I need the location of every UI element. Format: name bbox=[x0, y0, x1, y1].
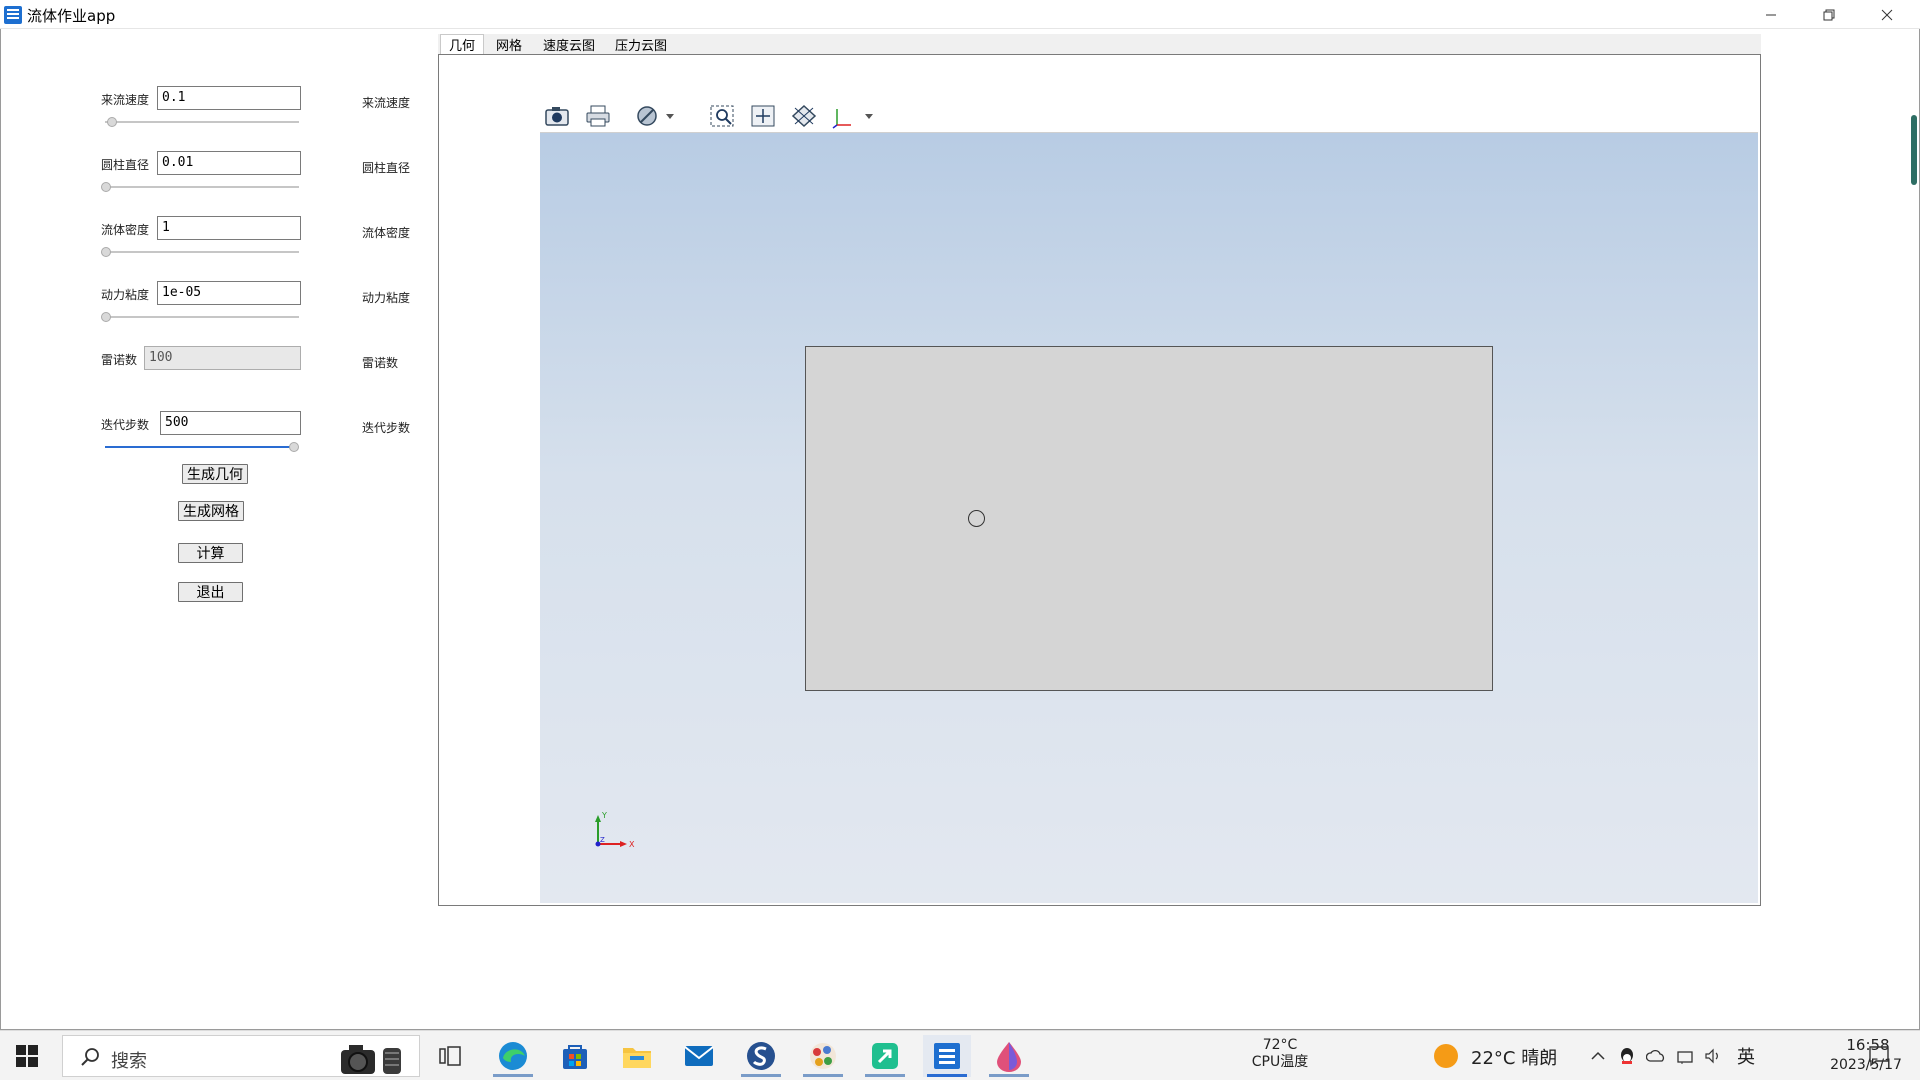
app-drop-icon[interactable] bbox=[985, 1035, 1033, 1077]
print-icon[interactable] bbox=[584, 103, 612, 129]
iterations-value-label: 迭代步数 bbox=[362, 421, 411, 435]
cpu-temp-label: CPU温度 bbox=[1251, 1054, 1309, 1070]
mail-icon[interactable] bbox=[675, 1035, 723, 1077]
store-icon[interactable] bbox=[551, 1035, 599, 1077]
title-bar: 流体作业app bbox=[0, 0, 1920, 29]
close-button[interactable] bbox=[1858, 0, 1916, 29]
triad-x-label: X bbox=[629, 840, 635, 849]
display-mode-icon[interactable] bbox=[636, 103, 676, 129]
reynolds-number-field: 100 bbox=[144, 346, 301, 370]
app-icon bbox=[4, 6, 22, 24]
edge-icon[interactable] bbox=[489, 1035, 537, 1077]
cylinder-diameter-slider[interactable] bbox=[105, 186, 299, 188]
weather-text[interactable]: 22°C 晴朗 bbox=[1471, 1044, 1557, 1070]
tab-mesh[interactable]: 网格 bbox=[486, 34, 532, 54]
exit-button[interactable]: 退出 bbox=[178, 582, 243, 602]
network-icon[interactable] bbox=[1676, 1045, 1696, 1067]
param-label-dynamic-viscosity: 动力粘度 bbox=[101, 288, 150, 302]
taskbar: 搜索 72°C CPU温度 22°C 晴朗 英 16:58 2023/5/17 bbox=[0, 1030, 1920, 1080]
app-paint-icon[interactable] bbox=[799, 1035, 847, 1077]
reynolds-number-value-label: 雷诺数 bbox=[362, 356, 399, 370]
cylinder-diameter-slider-thumb[interactable] bbox=[101, 182, 111, 192]
param-label-inflow-velocity: 来流速度 bbox=[101, 93, 150, 107]
fluid-density-input[interactable]: 1 bbox=[157, 216, 301, 240]
file-explorer-icon[interactable] bbox=[613, 1035, 661, 1077]
fit-all-icon[interactable] bbox=[749, 103, 777, 129]
camera-icon[interactable] bbox=[543, 103, 571, 129]
restore-button[interactable] bbox=[1800, 0, 1858, 29]
app-s-icon[interactable] bbox=[737, 1035, 785, 1077]
param-label-fluid-density: 流体密度 bbox=[101, 223, 150, 237]
fluid-density-value-label: 流体密度 bbox=[362, 226, 411, 240]
triad-y-label: Y bbox=[601, 811, 607, 820]
zoom-box-icon[interactable] bbox=[708, 103, 736, 129]
generate-geometry-button[interactable]: 生成几何 bbox=[182, 464, 248, 484]
axes-view-icon[interactable] bbox=[831, 103, 875, 129]
cpu-temperature-widget[interactable]: 72°C CPU温度 bbox=[1245, 1037, 1315, 1071]
cylinder-diameter-value-label: 圆柱直径 bbox=[362, 161, 411, 175]
fluid-app-icon[interactable] bbox=[923, 1035, 971, 1077]
view-iso-icon[interactable] bbox=[790, 103, 818, 129]
notification-center-icon[interactable] bbox=[1868, 1045, 1890, 1067]
compute-button[interactable]: 计算 bbox=[178, 543, 243, 563]
restore-icon bbox=[1823, 9, 1835, 20]
qq-tray-icon[interactable] bbox=[1617, 1045, 1637, 1067]
tab-geometry[interactable]: 几何 bbox=[440, 34, 484, 54]
minimize-button[interactable] bbox=[1742, 0, 1800, 29]
dynamic-viscosity-slider[interactable] bbox=[105, 316, 299, 318]
close-icon bbox=[1881, 9, 1893, 20]
clock-date[interactable]: 2023/5/17 bbox=[1826, 1057, 1906, 1073]
start-button[interactable] bbox=[16, 1045, 38, 1067]
inflow-velocity-value-label: 来流速度 bbox=[362, 96, 411, 110]
tray-overflow-chevron-icon[interactable] bbox=[1588, 1045, 1608, 1067]
task-view-icon[interactable] bbox=[426, 1035, 474, 1077]
dynamic-viscosity-value-label: 动力粘度 bbox=[362, 291, 411, 305]
search-highlight-camera-icon bbox=[341, 1045, 401, 1074]
flow-domain-rectangle bbox=[805, 346, 1493, 691]
viewer-toolbar bbox=[540, 97, 1758, 133]
fluid-density-slider[interactable] bbox=[105, 251, 299, 253]
volume-icon[interactable] bbox=[1704, 1045, 1724, 1067]
iterations-slider[interactable] bbox=[105, 446, 295, 448]
onedrive-cloud-icon[interactable] bbox=[1646, 1045, 1666, 1067]
iterations-input[interactable]: 500 bbox=[160, 411, 301, 435]
fluid-density-slider-thumb[interactable] bbox=[101, 247, 111, 257]
dynamic-viscosity-input[interactable]: 1e-05 bbox=[157, 281, 301, 305]
triad-z-label: Z bbox=[600, 836, 605, 844]
param-label-reynolds-number: 雷诺数 bbox=[101, 353, 138, 367]
iterations-slider-thumb[interactable] bbox=[289, 442, 299, 452]
cylinder-circle bbox=[968, 510, 985, 527]
taskbar-search-box[interactable]: 搜索 bbox=[62, 1035, 420, 1077]
tab-pressure-contour[interactable]: 压力云图 bbox=[608, 34, 674, 54]
search-icon bbox=[81, 1048, 99, 1066]
minimize-icon bbox=[1766, 14, 1776, 15]
weather-sun-icon[interactable] bbox=[1434, 1044, 1458, 1068]
inflow-velocity-slider[interactable] bbox=[105, 121, 299, 123]
edge-scroll-indicator bbox=[1911, 115, 1917, 185]
inflow-velocity-input[interactable]: 0.1 bbox=[157, 86, 301, 110]
param-label-cylinder-diameter: 圆柱直径 bbox=[101, 158, 150, 172]
tab-velocity-contour[interactable]: 速度云图 bbox=[536, 34, 602, 54]
input-method-indicator[interactable]: 英 bbox=[1737, 1043, 1755, 1069]
cylinder-diameter-input[interactable]: 0.01 bbox=[157, 151, 301, 175]
window-title: 流体作业app bbox=[27, 7, 116, 25]
search-placeholder: 搜索 bbox=[111, 1051, 147, 1072]
app-arrow-icon[interactable] bbox=[861, 1035, 909, 1077]
param-label-iterations: 迭代步数 bbox=[101, 418, 150, 432]
cpu-temp-value: 72°C bbox=[1262, 1037, 1298, 1053]
generate-mesh-button[interactable]: 生成网格 bbox=[178, 501, 244, 521]
dynamic-viscosity-slider-thumb[interactable] bbox=[101, 312, 111, 322]
axes-triad: Y X Z bbox=[588, 810, 638, 850]
inflow-velocity-slider-thumb[interactable] bbox=[107, 117, 117, 127]
